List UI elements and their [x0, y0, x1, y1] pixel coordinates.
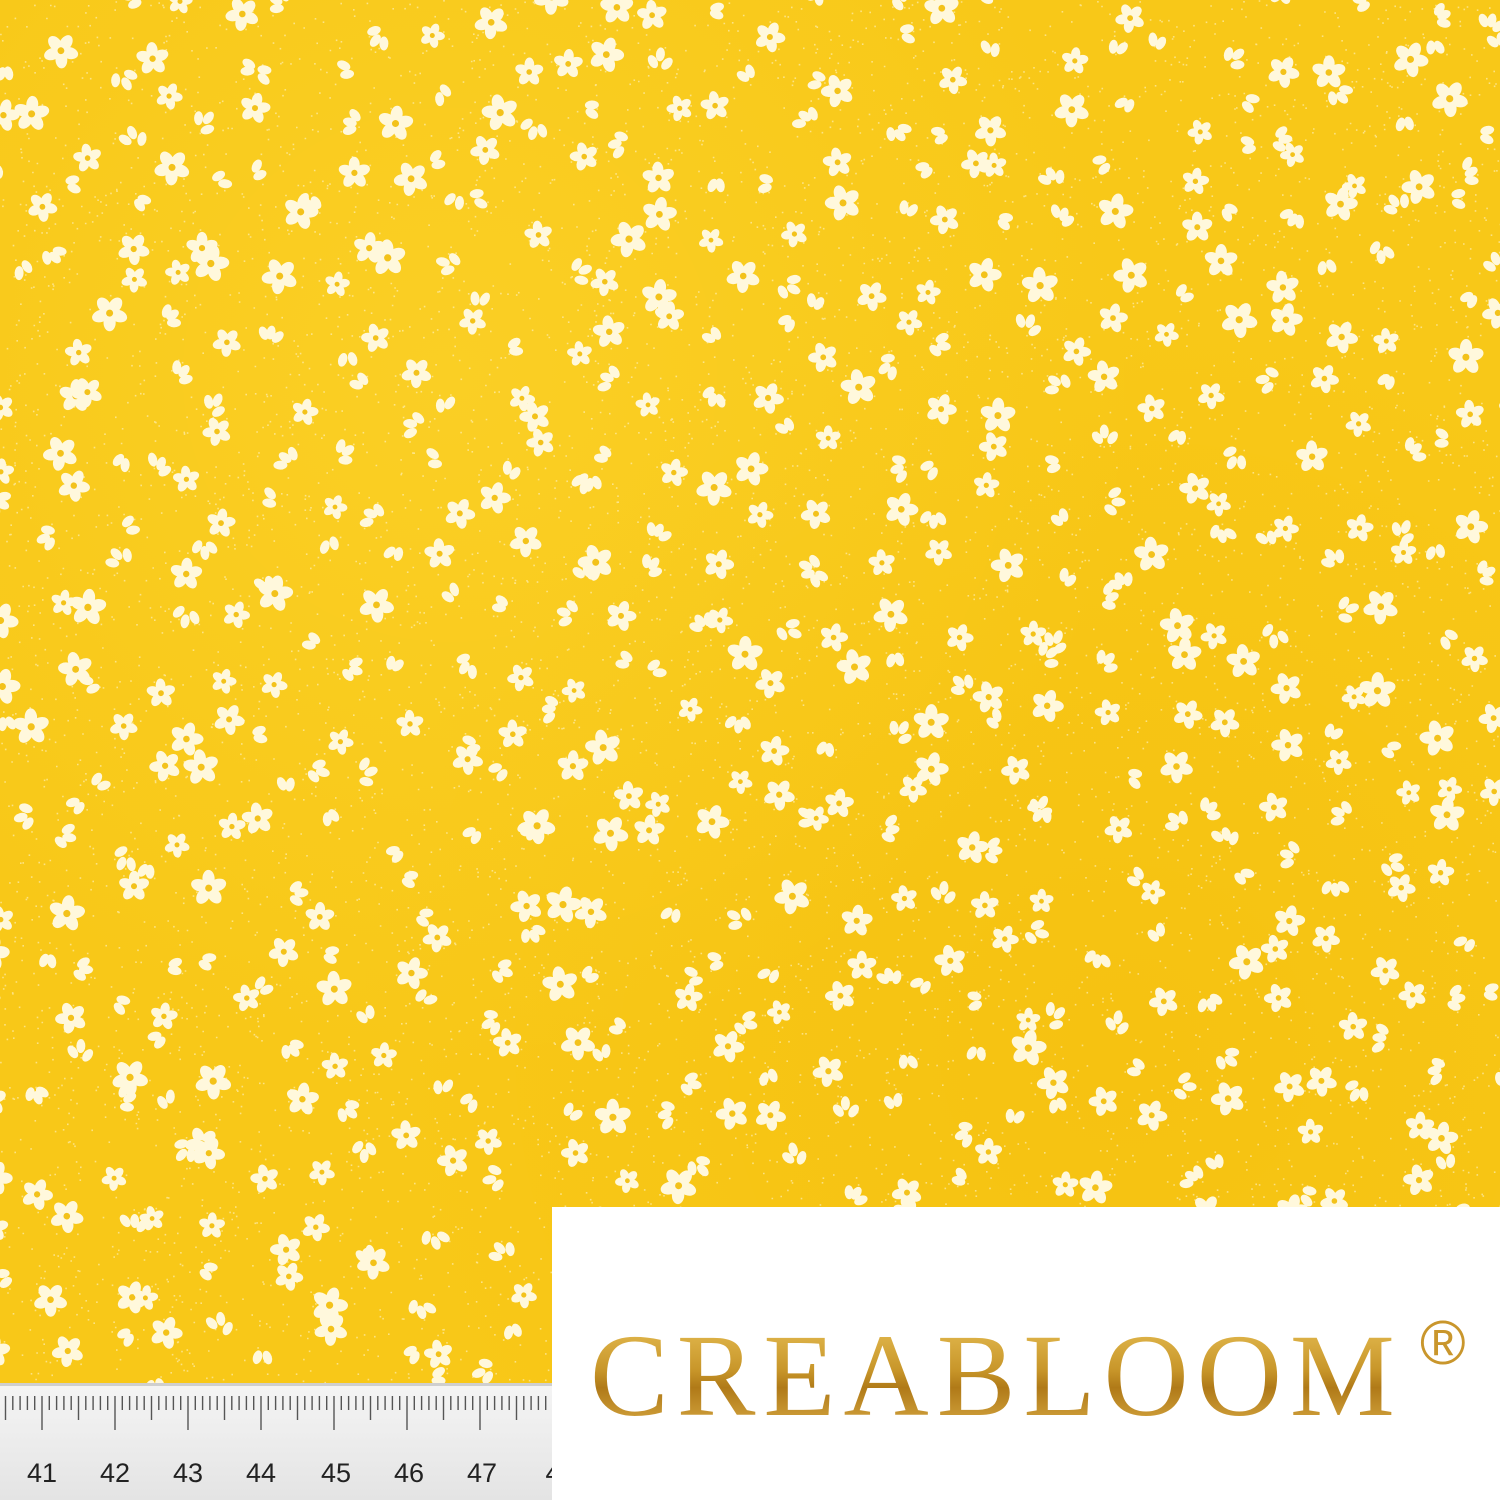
- ruler-number: 46: [393, 1458, 425, 1488]
- ruler-labels: 41 42 43 44 45 46 47 4: [0, 1386, 552, 1500]
- brand-logo-panel: CREABLOOM ®: [552, 1207, 1500, 1500]
- ruler-number: 43: [172, 1458, 204, 1488]
- brand-logo: CREABLOOM: [590, 1310, 1403, 1441]
- ruler-number: 42: [99, 1458, 131, 1488]
- ruler-number: 44: [245, 1458, 277, 1488]
- ruler-number: 47: [466, 1458, 498, 1488]
- ruler-number: 4: [533, 1458, 552, 1489]
- registered-mark: ®: [1420, 1309, 1466, 1378]
- measuring-tape: 41 42 43 44 45 46 47 4: [0, 1383, 552, 1500]
- ruler-number: 45: [320, 1458, 352, 1488]
- ruler-number: 41: [26, 1458, 58, 1488]
